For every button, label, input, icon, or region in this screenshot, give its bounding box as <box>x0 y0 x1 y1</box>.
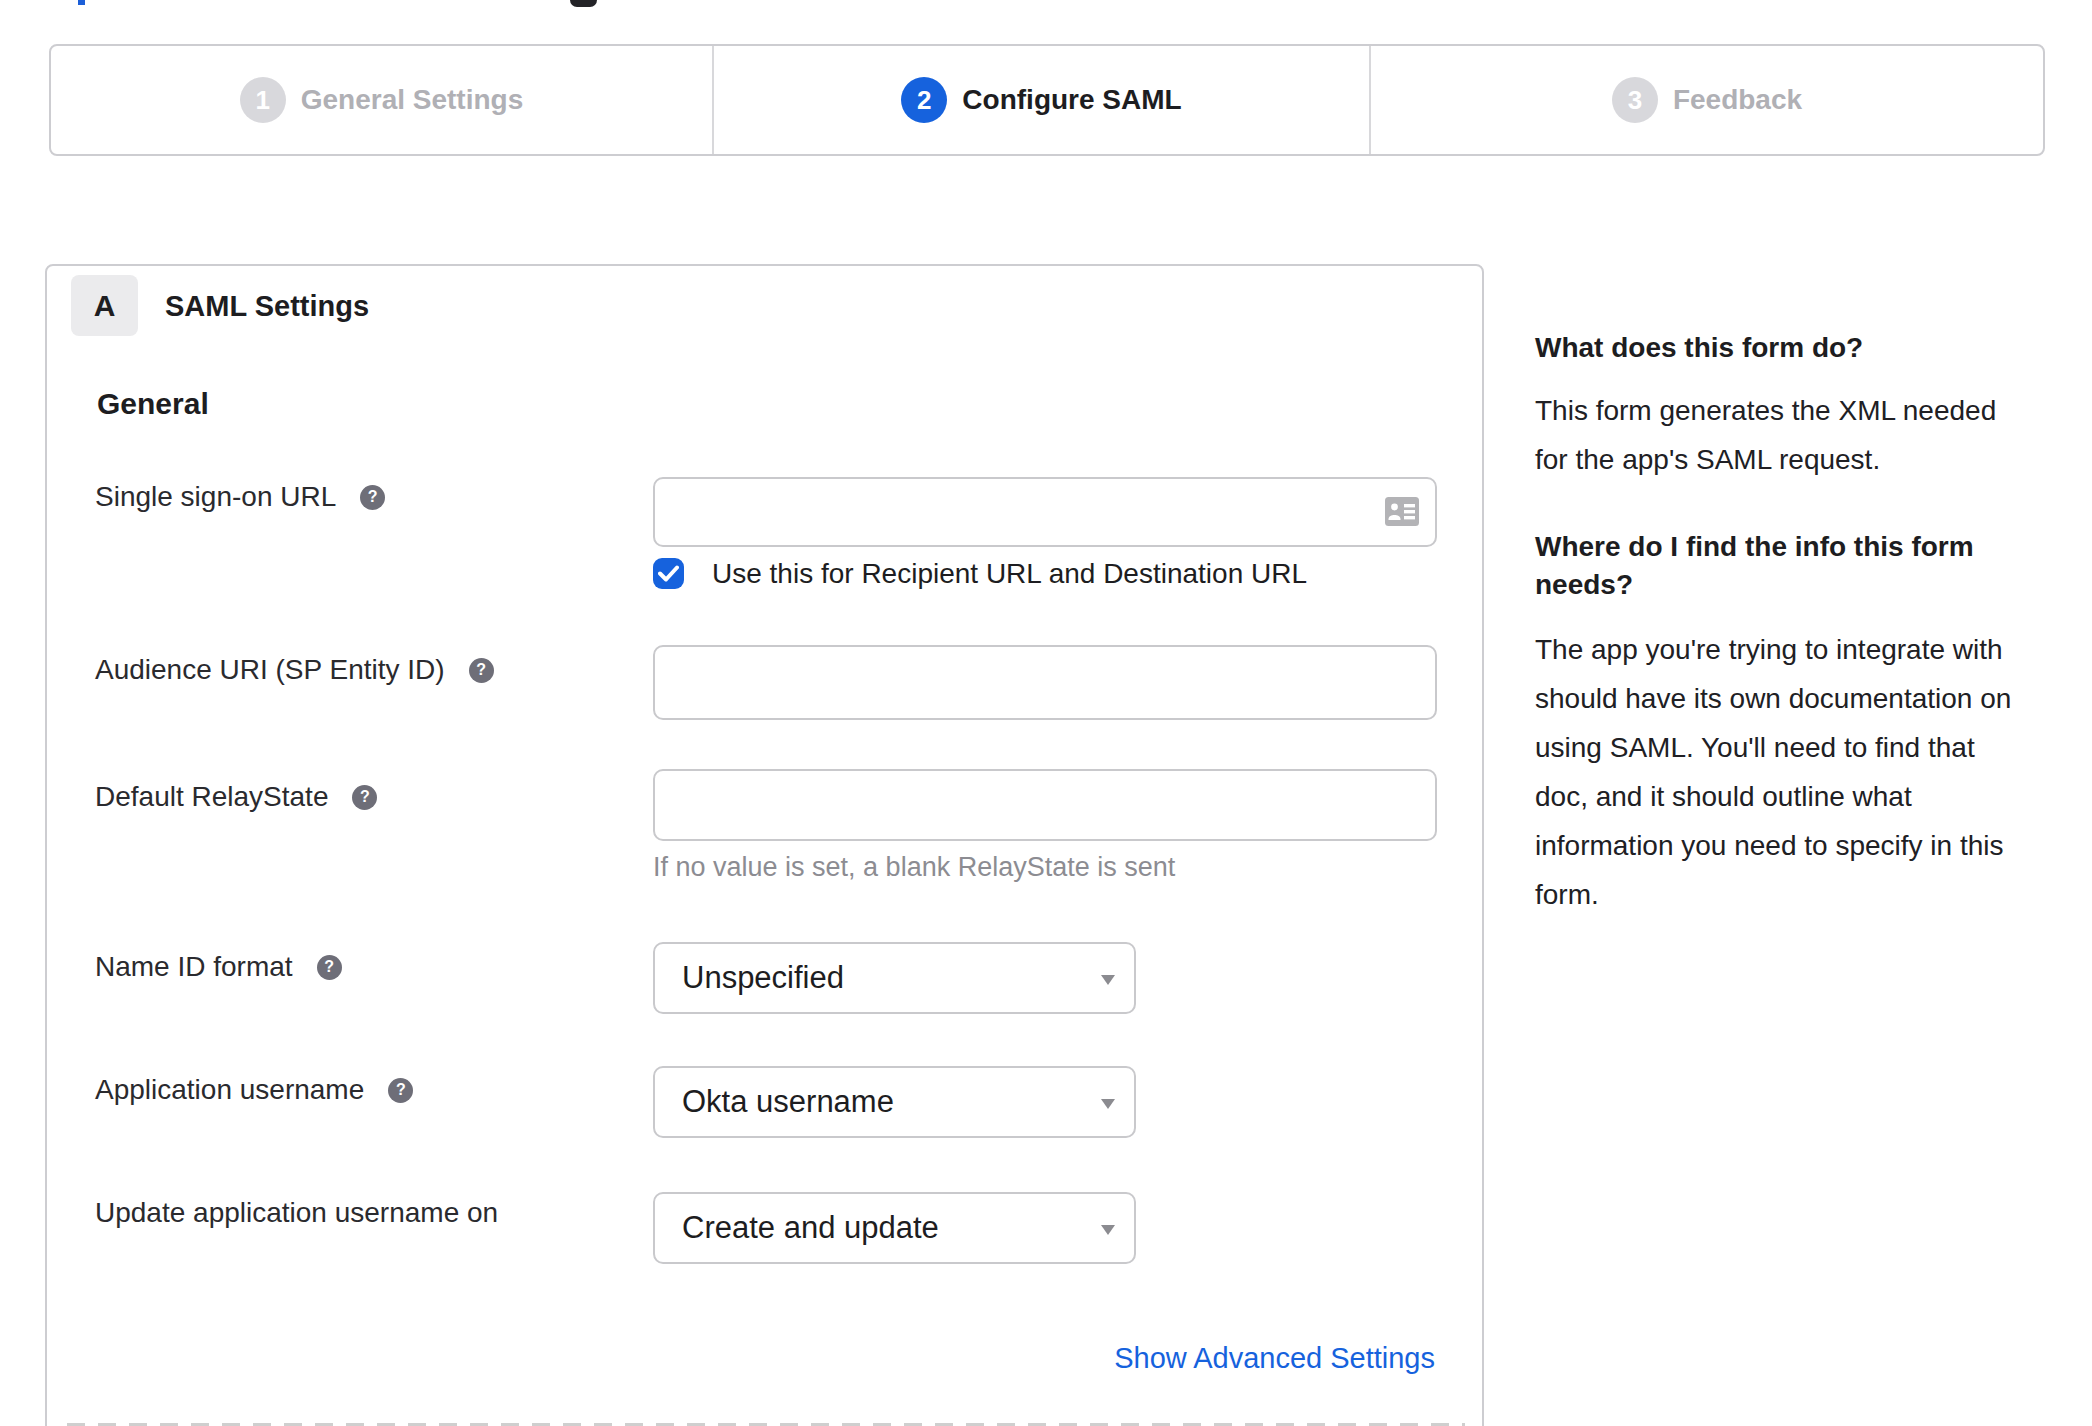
general-heading: General <box>97 386 209 422</box>
clipped-blue-element <box>78 0 85 5</box>
clipped-dark-element <box>570 0 597 7</box>
step-1-circle: 1 <box>240 77 286 123</box>
relay-state-label-row: Default RelayState ? <box>95 780 377 814</box>
application-username-select[interactable]: Okta username <box>653 1066 1136 1138</box>
section-a-badge: A <box>71 275 138 336</box>
relay-state-help-icon[interactable]: ? <box>352 785 377 810</box>
step-feedback[interactable]: 3 Feedback <box>1369 46 2043 154</box>
name-id-format-select[interactable]: Unspecified <box>653 942 1136 1014</box>
update-username-label: Update application username on <box>95 1196 498 1230</box>
application-username-help-icon[interactable]: ? <box>388 1078 413 1103</box>
dropdown-caret-icon <box>1101 1099 1115 1109</box>
update-username-label-row: Update application username on <box>95 1196 498 1230</box>
sidebar-paragraph-1: This form generates the XML needed for t… <box>1535 386 1996 484</box>
audience-uri-input[interactable] <box>653 645 1437 720</box>
application-username-label: Application username <box>95 1073 364 1107</box>
step-general-settings[interactable]: 1 General Settings <box>51 46 712 154</box>
name-id-format-help-icon[interactable]: ? <box>317 955 342 980</box>
audience-uri-help-icon[interactable]: ? <box>469 658 494 683</box>
step-configure-saml[interactable]: 2 Configure SAML <box>712 46 1369 154</box>
application-username-label-row: Application username ? <box>95 1073 413 1107</box>
panel-title: SAML Settings <box>165 288 369 324</box>
show-advanced-settings-link[interactable]: Show Advanced Settings <box>1114 1340 1435 1376</box>
dropdown-caret-icon <box>1101 975 1115 985</box>
recipient-url-checkbox-label: Use this for Recipient URL and Destinati… <box>712 557 1307 591</box>
recipient-url-checkbox[interactable] <box>653 558 684 589</box>
step-2-circle: 2 <box>901 77 947 123</box>
audience-uri-label-row: Audience URI (SP Entity ID) ? <box>95 653 494 687</box>
sso-url-input[interactable] <box>653 477 1437 547</box>
name-id-format-label: Name ID format <box>95 950 293 984</box>
sso-url-help-icon[interactable]: ? <box>360 485 385 510</box>
sidebar-heading-2: Where do I find the info this form needs… <box>1535 528 1974 604</box>
sso-url-label: Single sign-on URL <box>95 480 336 514</box>
sidebar-heading-1: What does this form do? <box>1535 329 1863 367</box>
relay-state-helper-text: If no value is set, a blank RelayState i… <box>653 850 1175 884</box>
step-3-circle: 3 <box>1612 77 1658 123</box>
dropdown-caret-icon <box>1101 1225 1115 1235</box>
contact-card-icon[interactable] <box>1385 497 1419 526</box>
sso-url-label-row: Single sign-on URL ? <box>95 480 385 514</box>
sidebar-paragraph-2: The app you're trying to integrate with … <box>1535 625 2011 919</box>
relay-state-label: Default RelayState <box>95 780 328 814</box>
audience-uri-label: Audience URI (SP Entity ID) <box>95 653 445 687</box>
wizard-stepper: 1 General Settings 2 Configure SAML 3 Fe… <box>49 44 2045 156</box>
name-id-format-label-row: Name ID format ? <box>95 950 342 984</box>
update-username-select[interactable]: Create and update <box>653 1192 1136 1264</box>
relay-state-input[interactable] <box>653 769 1437 841</box>
